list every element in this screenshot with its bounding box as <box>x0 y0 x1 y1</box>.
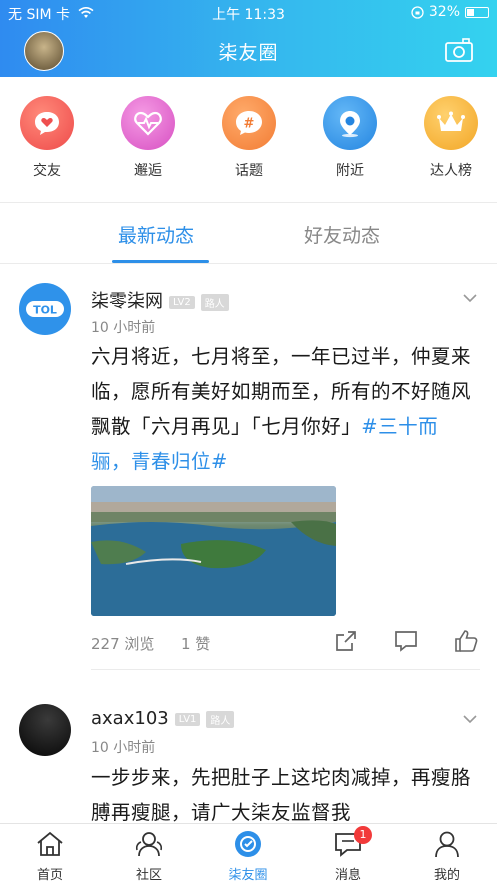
heart-chat-icon <box>20 96 74 150</box>
nav-label: 消息 <box>334 868 361 883</box>
app-header: 无 SIM 卡 上午 11:33 32% 柒友圈 <box>0 0 497 77</box>
community-icon <box>135 832 163 857</box>
chevron-down-icon[interactable] <box>463 714 477 724</box>
shortcut-label: 交友 <box>33 163 61 179</box>
nav-label: 柒友圈 <box>228 868 268 883</box>
post-image[interactable] <box>91 486 336 616</box>
shortcut-nearby[interactable]: 附近 <box>310 96 390 180</box>
battery-icon <box>465 6 489 18</box>
chevron-down-icon[interactable] <box>463 293 477 303</box>
location-pin-icon <box>323 96 377 150</box>
tol-logo: TOL <box>26 301 64 317</box>
shortcut-label: 话题 <box>235 163 263 179</box>
message-count-badge: 1 <box>354 826 372 844</box>
shortcut-row: 交友 邂逅 # 话题 附近 达人榜 <box>0 96 497 186</box>
shortcut-topics[interactable]: # 话题 <box>209 96 289 180</box>
shortcut-label: 达人榜 <box>430 163 472 179</box>
shortcut-leaderboard[interactable]: 达人榜 <box>411 96 491 180</box>
nav-label: 社区 <box>135 868 162 883</box>
post-author-row: axax103 LV1 路人 <box>91 708 235 729</box>
post-actions: 227 浏览 1 赞 <box>91 630 481 659</box>
like-count: 1 赞 <box>181 635 211 653</box>
home-icon <box>37 831 63 856</box>
nav-label: 我的 <box>433 868 460 883</box>
tab-friends[interactable]: 好友动态 <box>304 221 380 248</box>
divider <box>0 202 497 203</box>
share-icon[interactable] <box>334 629 358 653</box>
like-icon[interactable] <box>453 628 479 654</box>
post-content: 一步步来，先把肚子上这坨肉减掉，再瘦胳膊再瘦腿，请广大柒友监督我 <box>91 766 472 824</box>
nav-moments[interactable]: 柒友圈 <box>218 830 278 883</box>
post-author-name[interactable]: 柒零柒网 <box>91 291 163 312</box>
bottom-nav: 首页 社区 柒友圈 1 消息 我的 <box>0 823 497 883</box>
post-author-name[interactable]: axax103 <box>91 708 169 729</box>
post-author-row: 柒零柒网 LV2 路人 <box>91 287 229 313</box>
crown-icon <box>424 96 478 150</box>
level-badge: LV2 <box>169 295 195 309</box>
page-title: 柒友圈 <box>218 42 279 64</box>
hashtag-icon: # <box>222 96 276 150</box>
camera-icon[interactable] <box>445 38 473 62</box>
profile-icon <box>435 831 459 858</box>
post-time: 10 小时前 <box>91 320 156 336</box>
shortcut-label: 邂逅 <box>134 163 162 179</box>
shortcut-encounter[interactable]: 邂逅 <box>108 96 188 180</box>
nav-home[interactable]: 首页 <box>20 830 80 883</box>
shortcut-label: 附近 <box>336 163 364 179</box>
svg-text:#: # <box>244 117 255 132</box>
tab-latest[interactable]: 最新动态 <box>118 221 194 248</box>
nav-community[interactable]: 社区 <box>119 830 179 883</box>
nav-messages[interactable]: 1 消息 <box>318 826 378 883</box>
orientation-lock-icon <box>411 5 424 19</box>
role-badge: 路人 <box>206 710 235 728</box>
shortcut-make-friends[interactable]: 交友 <box>7 96 87 180</box>
role-badge: 路人 <box>200 293 229 311</box>
post-author-avatar[interactable]: TOL <box>19 283 71 335</box>
heartbeat-icon <box>121 96 175 150</box>
status-bar: 无 SIM 卡 上午 11:33 32% <box>0 4 497 23</box>
battery-percent: 32% <box>428 4 460 20</box>
level-badge: LV1 <box>174 712 201 726</box>
svg-text:TOL: TOL <box>33 304 57 317</box>
divider <box>91 669 480 670</box>
comment-icon[interactable] <box>393 629 419 653</box>
post-time: 10 小时前 <box>91 740 156 756</box>
nav-label: 首页 <box>36 868 63 883</box>
battery-status: 32% <box>411 4 489 20</box>
divider <box>0 263 497 264</box>
post-author-avatar[interactable] <box>19 704 71 756</box>
feed-tabs: 最新动态 好友动态 <box>0 205 497 263</box>
post-content: 六月将近，七月将至，一年已过半，仲夏来临，愿所有美好如期而至，所有的不好随风飘散… <box>91 339 476 479</box>
nav-profile[interactable]: 我的 <box>417 830 477 883</box>
moments-icon <box>235 831 261 857</box>
view-count: 227 浏览 <box>91 635 155 653</box>
